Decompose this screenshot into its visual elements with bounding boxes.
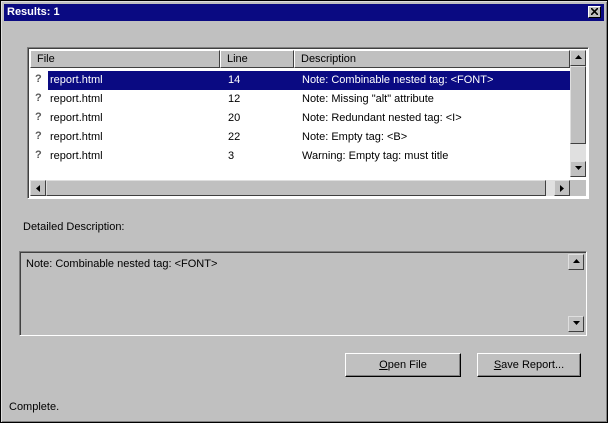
arrow-left-icon bbox=[36, 185, 40, 192]
close-button[interactable] bbox=[588, 6, 601, 18]
scroll-right-button[interactable] bbox=[554, 180, 570, 196]
scroll-thumb[interactable] bbox=[570, 66, 586, 144]
h-scroll-thumb[interactable] bbox=[46, 180, 546, 196]
results-list[interactable]: File Line Description ? report.html 14 Note… bbox=[27, 47, 589, 199]
list-row[interactable]: ? report.html 12 Note: Missing "alt" attrib… bbox=[30, 90, 570, 109]
open-file-button[interactable]: Open File bbox=[345, 353, 461, 377]
detail-label: Detailed Description: bbox=[23, 221, 125, 233]
window-title: Results: 1 bbox=[7, 6, 60, 18]
cell-description: Note: Redundant nested tag: <I> bbox=[302, 112, 462, 124]
cell-description: Warning: Empty tag: must title bbox=[302, 150, 449, 162]
detail-vertical-scrollbar[interactable] bbox=[568, 254, 584, 332]
arrow-down-icon bbox=[575, 166, 582, 170]
cell-line: 14 bbox=[228, 74, 241, 86]
list-row[interactable]: ? report.html 3 Warning: Empty tag: must ti… bbox=[30, 147, 570, 166]
scroll-up-button[interactable] bbox=[570, 50, 586, 66]
list-header: File Line Description bbox=[30, 50, 570, 68]
cell-description: Note: Empty tag: <B> bbox=[302, 131, 408, 143]
list-row[interactable]: ? report.html 20 Note: Redundant nested tag… bbox=[30, 109, 570, 128]
scroll-down-button[interactable] bbox=[570, 161, 586, 177]
scrollbar-corner bbox=[570, 180, 586, 196]
column-header-file[interactable]: File bbox=[30, 50, 220, 68]
cell-file: report.html bbox=[50, 150, 103, 162]
question-icon: ? bbox=[35, 149, 42, 161]
list-vertical-scrollbar[interactable] bbox=[570, 50, 586, 177]
arrow-down-icon bbox=[573, 321, 580, 325]
cell-line: 3 bbox=[228, 150, 235, 162]
cell-line: 22 bbox=[228, 131, 241, 143]
question-icon: ? bbox=[35, 92, 42, 104]
open-file-mnemonic: O bbox=[379, 359, 388, 371]
question-icon: ? bbox=[35, 111, 42, 123]
list-rows: ? report.html 14 Note: Combinable nested ta… bbox=[30, 69, 570, 177]
cell-line: 12 bbox=[228, 93, 241, 105]
status-text: Complete. bbox=[9, 401, 60, 413]
cell-file: report.html bbox=[50, 112, 103, 124]
arrow-right-icon bbox=[560, 185, 564, 192]
cell-description: Note: Combinable nested tag: <FONT> bbox=[302, 74, 494, 86]
detail-scroll-down-button[interactable] bbox=[568, 316, 584, 332]
arrow-up-icon bbox=[573, 259, 580, 263]
cell-file: report.html bbox=[50, 74, 103, 86]
column-header-description[interactable]: Description bbox=[294, 50, 570, 68]
arrow-up-icon bbox=[575, 55, 582, 59]
save-report-label: ave Report... bbox=[501, 359, 565, 371]
detail-description-box[interactable]: Note: Combinable nested tag: <FONT> bbox=[19, 251, 587, 336]
results-dialog: Results: 1 File Line Description ? report… bbox=[0, 0, 608, 423]
cell-description: Note: Missing "alt" attribute bbox=[302, 93, 434, 105]
close-icon bbox=[591, 8, 598, 15]
detail-description-text: Note: Combinable nested tag: <FONT> bbox=[26, 258, 218, 270]
cell-line: 20 bbox=[228, 112, 241, 124]
save-report-button[interactable]: Save Report... bbox=[477, 353, 581, 377]
list-horizontal-scrollbar[interactable] bbox=[30, 180, 570, 196]
list-row[interactable]: ? report.html 14 Note: Combinable nested ta… bbox=[30, 71, 570, 90]
cell-file: report.html bbox=[50, 131, 103, 143]
column-header-line[interactable]: Line bbox=[220, 50, 294, 68]
title-bar[interactable]: Results: 1 bbox=[4, 4, 604, 21]
list-row[interactable]: ? report.html 22 Note: Empty tag: <B> bbox=[30, 128, 570, 147]
open-file-label: pen File bbox=[387, 359, 427, 371]
scroll-left-button[interactable] bbox=[30, 180, 46, 196]
question-icon: ? bbox=[35, 130, 42, 142]
question-icon: ? bbox=[35, 73, 42, 85]
detail-scroll-up-button[interactable] bbox=[568, 254, 584, 270]
cell-file: report.html bbox=[50, 93, 103, 105]
